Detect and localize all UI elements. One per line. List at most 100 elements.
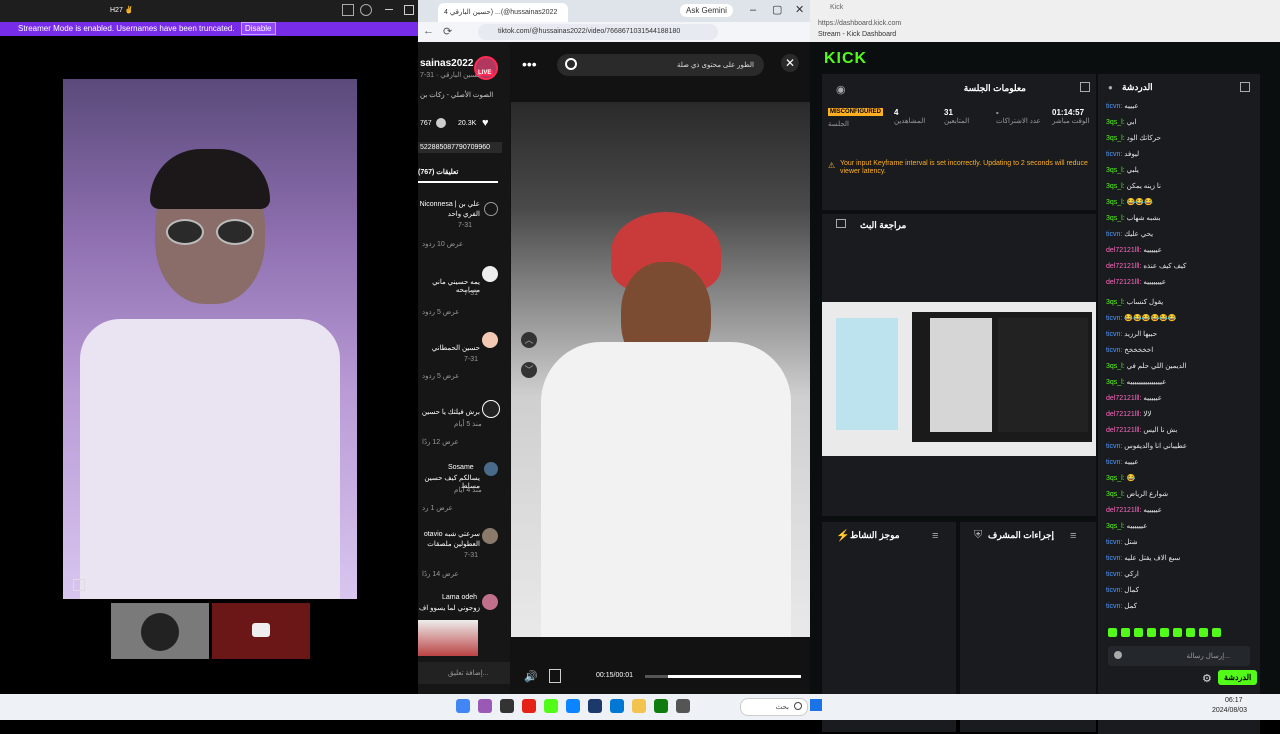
taskbar-search[interactable]: بحث [740,698,808,716]
expand-icon[interactable] [1240,82,1250,92]
kick-icon[interactable] [544,699,558,713]
emote-icon[interactable] [1121,628,1130,637]
stream-preview[interactable] [822,302,1096,456]
app-icon[interactable] [588,699,602,713]
view-replies[interactable]: عرض 5 ردود [422,308,459,316]
activity-title: موجز النشاط [850,530,900,540]
heart-icon[interactable]: ♥ [482,117,489,129]
sound-name[interactable]: الصوت الأصلي - زكات بن [420,91,493,99]
emote-icon[interactable] [1108,628,1117,637]
emote-icon[interactable] [1134,628,1143,637]
ask-gemini-button[interactable]: Ask Gemini [680,4,733,17]
emote-icon[interactable] [1147,628,1156,637]
chat-message: 3qs_l: عيييييييييييييييه [1106,379,1167,386]
chevron-up-icon[interactable]: ︿ [521,332,537,348]
kick-url[interactable]: https://dashboard.kick.com [818,20,901,27]
app-icon[interactable] [500,699,514,713]
avatar[interactable] [482,400,500,418]
view-replies[interactable]: عرض 1 رد [422,504,453,512]
search-icon [794,702,802,710]
video-thumbnail[interactable] [418,620,478,656]
maximize-icon[interactable]: ▢ [772,3,782,16]
participant-thumbnail[interactable] [111,603,209,659]
windows-start-icon[interactable] [810,699,822,711]
expand-icon[interactable] [1080,82,1090,92]
close-icon[interactable]: ✕ [795,3,804,16]
more-icon[interactable]: ••• [522,56,537,72]
camera-off-tile[interactable] [212,603,310,659]
add-comment-input[interactable]: إضافة تعليق... [418,662,510,684]
close-icon[interactable]: ✕ [781,54,799,72]
session-stats: 01:14:57 الوقت مباشر - عدد الاشتراكات 31… [828,108,1090,138]
expand-icon[interactable] [73,579,85,591]
comment-text: العطولين ملصقات [427,541,480,548]
avatar[interactable] [482,266,498,282]
emote-icon[interactable] [1199,628,1208,637]
tab-tiktok[interactable]: حسين البارقي 4) ...(@hussainas2022 [438,3,568,22]
comment-author: حسين الحمطاني [431,345,480,352]
window-title: Kick [830,4,844,11]
folder-icon[interactable] [632,699,646,713]
emote-icon[interactable] [1212,628,1221,637]
pip-icon[interactable] [549,669,561,683]
view-replies[interactable]: عرض 5 ردود [422,372,459,380]
tiktok-video[interactable]: ︿ ﹀ [511,102,810,637]
kick-logo[interactable]: KICK [824,50,867,68]
back-icon[interactable]: ← [423,25,434,37]
chevron-down-icon[interactable]: ﹀ [521,362,537,378]
view-replies[interactable]: عرض 12 ردًا [422,438,459,446]
comment-text: الفري واحد [447,211,480,218]
avatar[interactable] [484,462,498,476]
minimize-icon[interactable] [385,9,393,10]
maximize-icon[interactable] [404,5,414,15]
avatar[interactable] [482,528,498,544]
progress-bar[interactable] [645,675,801,678]
view-replies[interactable]: عرض 14 ردًا [422,570,459,578]
kick-tab[interactable]: Stream - Kick Dashboard [818,31,896,38]
avatar[interactable] [484,202,498,216]
filter-icon[interactable]: ≡ [1070,530,1076,542]
chat-message: 3qs_l: نا زينه يمكن [1106,183,1161,190]
comments-tab[interactable]: تعليقات (767) [418,168,458,176]
app-icon[interactable] [478,699,492,713]
help-icon[interactable] [360,4,372,16]
send-chat-button[interactable]: الدردشة [1218,670,1258,685]
emote-icon[interactable] [1160,628,1169,637]
emote-icon[interactable] [1173,628,1182,637]
comment-author: Sosame [448,464,474,471]
comment-icon[interactable] [436,118,446,128]
chat-message: del72121lll: بش نا اليس [1106,427,1178,434]
preview-title: مراجعة البث [860,220,907,230]
chat-message: ticvn: كمل [1106,603,1137,610]
minimize-icon[interactable]: – [750,4,756,16]
pip-icon[interactable] [342,4,354,16]
comment-date: 7-31 [458,222,473,229]
chat-icon: ● [1108,83,1113,92]
warning-icon: ⚠ [828,161,836,170]
url-input[interactable]: tiktok.com/@hussainas2022/video/76686710… [478,24,718,40]
xbox-icon[interactable] [654,699,668,713]
stat-label: المتابعين [944,118,970,125]
gear-icon[interactable]: ⚙ [1202,672,1212,685]
app-icon[interactable] [566,699,580,713]
tiktok-comments-panel: sainas2022 LIVE حسين البارقي · 31-7 الصو… [418,42,510,694]
emote-icon[interactable] [1186,628,1195,637]
emoji-icon[interactable] [1114,651,1122,659]
avatar[interactable] [482,332,498,348]
camera-icon [252,623,270,637]
search-input[interactable]: الطور على محتوى ذي صلة [557,54,764,76]
chrome-icon[interactable] [456,699,470,713]
view-replies[interactable]: عرض 10 ردود [422,240,463,248]
chat-input[interactable]: إرسال رسالة... [1108,646,1250,666]
youtube-icon[interactable] [522,699,536,713]
avatar[interactable] [482,594,498,610]
app-icon[interactable] [676,699,690,713]
edge-icon[interactable] [610,699,624,713]
chat-message: del72121lll: لالا [1106,411,1152,418]
video-link[interactable]: 522885087790709960 [418,142,502,153]
reload-icon[interactable]: ⟳ [443,25,452,38]
url-text: tiktok.com/@hussainas2022/video/76686710… [498,28,681,35]
volume-icon[interactable]: 🔊 [524,670,538,683]
filter-icon[interactable]: ≡ [932,530,938,542]
disable-button[interactable]: Disable [240,22,276,35]
